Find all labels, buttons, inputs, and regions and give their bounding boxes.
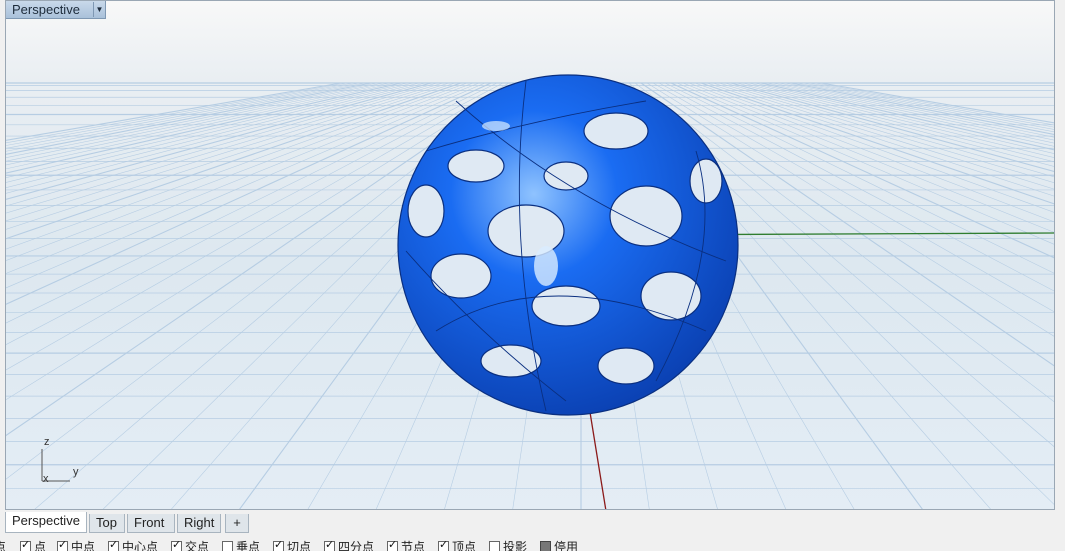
snap-tangent-checkbox[interactable] xyxy=(273,539,284,551)
snap-point-checkbox[interactable] xyxy=(20,539,31,551)
grid-line xyxy=(6,82,432,200)
axis-y-label: y xyxy=(73,466,79,478)
viewport-menu-arrow-icon[interactable]: ▼ xyxy=(93,2,105,17)
grid-line xyxy=(784,82,1054,138)
viewport-tabs: Perspective Top Front Right + xyxy=(5,512,1055,534)
x-axis-line xyxy=(588,405,607,509)
grid-line xyxy=(6,82,402,174)
snap-disable-checkbox[interactable] xyxy=(540,541,551,551)
lattice-opening xyxy=(430,253,492,299)
snap-quadrant[interactable]: 四分点 xyxy=(324,539,374,551)
tab-front[interactable]: Front xyxy=(127,514,175,533)
grid-line xyxy=(712,82,1054,190)
snap-center[interactable]: 中心点 xyxy=(108,539,158,551)
snap-perpendicular-checkbox[interactable] xyxy=(222,541,233,551)
lattice-opening xyxy=(531,285,601,327)
snap-midpoint-checkbox[interactable] xyxy=(57,539,68,551)
grid-line xyxy=(730,82,1054,172)
grid-line xyxy=(6,82,408,178)
lattice-opening xyxy=(487,204,565,258)
snap-quadrant-checkbox[interactable] xyxy=(324,539,335,551)
snap-project-checkbox[interactable] xyxy=(489,541,500,551)
specular-highlight xyxy=(534,246,558,286)
specular-highlight xyxy=(482,121,510,131)
snap-disable[interactable]: 停用 xyxy=(540,541,578,551)
tab-right[interactable]: Right xyxy=(177,514,221,533)
grid-line xyxy=(778,82,1054,141)
grid-line xyxy=(748,82,1054,158)
grid-line xyxy=(6,82,378,158)
osnap-bar: 点 点 中点 中心点 交点 垂点 切点 四分点 节点 顶点 投影 停用 xyxy=(0,538,1065,551)
grid-line xyxy=(6,82,396,170)
snap-point[interactable]: 点 xyxy=(20,539,46,551)
grid-line xyxy=(694,82,1054,213)
lattice-opening xyxy=(407,184,445,238)
grid-line xyxy=(700,82,1054,205)
grid-line xyxy=(736,82,1054,167)
snap-intersection-checkbox[interactable] xyxy=(171,539,182,551)
axis-x-label: x xyxy=(43,473,49,485)
tab-top[interactable]: Top xyxy=(89,514,125,533)
grid-line xyxy=(706,82,1054,197)
tab-perspective[interactable]: Perspective xyxy=(5,512,87,533)
lattice-opening xyxy=(543,161,589,191)
lattice-opening xyxy=(480,344,542,378)
grid-line xyxy=(6,82,474,261)
grid-line xyxy=(6,82,426,194)
add-tab-icon[interactable]: + xyxy=(225,514,249,533)
grid-line xyxy=(6,82,348,144)
grid-line xyxy=(682,82,1054,233)
viewport-title-tab[interactable]: Perspective ▼ xyxy=(6,1,106,19)
snap-perpendicular[interactable]: 垂点 xyxy=(222,541,260,551)
snap-leading-label: 点 xyxy=(0,540,7,551)
grid-line xyxy=(772,82,1054,144)
grid-line xyxy=(6,82,342,141)
perspective-viewport[interactable]: Perspective ▼ z y x xyxy=(5,0,1055,510)
grid-line xyxy=(802,82,1054,130)
lattice-opening xyxy=(597,347,655,385)
grid-line xyxy=(820,82,1054,124)
grid-line xyxy=(808,82,1054,128)
axis-z-label: z xyxy=(44,436,50,448)
grid-line xyxy=(724,82,1054,178)
grid-line xyxy=(6,82,384,162)
grid-line xyxy=(6,82,438,207)
snap-center-checkbox[interactable] xyxy=(108,539,119,551)
viewport-scene[interactable] xyxy=(6,1,1055,510)
snap-vertex[interactable]: 顶点 xyxy=(438,539,476,551)
lattice-opening xyxy=(583,112,649,150)
snap-project[interactable]: 投影 xyxy=(489,541,527,551)
snap-intersection[interactable]: 交点 xyxy=(171,539,209,551)
grid-line xyxy=(790,82,1054,135)
snap-midpoint[interactable]: 中点 xyxy=(57,539,95,551)
grid-line xyxy=(742,82,1054,163)
grid-line xyxy=(6,82,444,214)
snap-vertex-checkbox[interactable] xyxy=(438,539,449,551)
lattice-opening xyxy=(609,185,683,247)
snap-knot-checkbox[interactable] xyxy=(387,539,398,551)
snap-tangent[interactable]: 切点 xyxy=(273,539,311,551)
lattice-opening xyxy=(447,149,505,183)
grid-line xyxy=(796,82,1054,133)
lattice-opening xyxy=(689,158,723,204)
snap-knot[interactable]: 节点 xyxy=(387,539,425,551)
viewport-title[interactable]: Perspective xyxy=(12,1,80,19)
